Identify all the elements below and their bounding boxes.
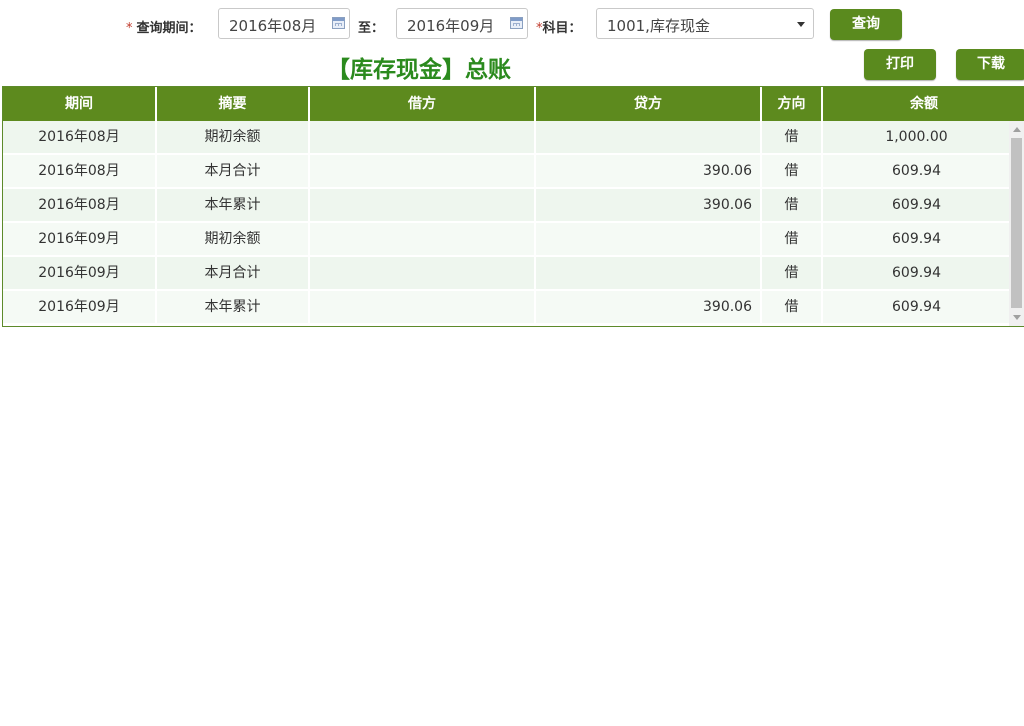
cell-period: 2016年08月: [3, 155, 157, 187]
period-from-value: 2016年08月: [229, 17, 317, 35]
subject-label: *科目：: [536, 21, 582, 36]
page-title: 【库存现金】总账: [327, 57, 511, 83]
cell-debit: [310, 223, 536, 255]
cell-summary: 本年累计: [157, 189, 310, 221]
cell-debit: [310, 291, 536, 323]
calendar-icon[interactable]: [332, 17, 345, 29]
cell-direction: 借: [762, 155, 823, 187]
cell-period: 2016年09月: [3, 291, 157, 323]
table-row[interactable]: 2016年08月 本月合计 390.06 借 609.94: [3, 155, 1010, 189]
cell-credit: 390.06: [536, 155, 762, 187]
cell-summary: 期初余额: [157, 223, 310, 255]
cell-credit: 390.06: [536, 291, 762, 323]
download-button[interactable]: 下载: [956, 49, 1024, 80]
to-label: 至：: [358, 21, 385, 36]
table-row[interactable]: 2016年08月 期初余额 借 1,000.00: [3, 121, 1010, 155]
table-row[interactable]: 2016年09月 本月合计 借 609.94: [3, 257, 1010, 291]
period-from-input[interactable]: 2016年08月: [218, 8, 350, 39]
scroll-down-icon[interactable]: [1013, 315, 1021, 320]
calendar-icon[interactable]: [510, 17, 523, 29]
table-header: 期间 摘要 借方 贷方 方向 余额: [3, 87, 1024, 121]
table-row[interactable]: 2016年09月 期初余额 借 609.94: [3, 223, 1010, 257]
required-mark: *: [126, 21, 133, 36]
header-summary[interactable]: 摘要: [157, 87, 310, 121]
query-button[interactable]: 查询: [830, 9, 902, 40]
table-row[interactable]: 2016年08月 本年累计 390.06 借 609.94: [3, 189, 1010, 223]
row-divider: [3, 323, 1010, 325]
chevron-down-icon[interactable]: [797, 22, 805, 27]
cell-debit: [310, 121, 536, 153]
cell-direction: 借: [762, 223, 823, 255]
cell-debit: [310, 155, 536, 187]
cell-summary: 本月合计: [157, 155, 310, 187]
cell-direction: 借: [762, 189, 823, 221]
ledger-table: 期间 摘要 借方 贷方 方向 余额 2016年08月 期初余额借 1,000.00 2…: [2, 86, 1024, 327]
table-row[interactable]: 2016年09月 本年累计 390.06 借 609.94: [3, 291, 1010, 325]
cell-period: 2016年09月: [3, 223, 157, 255]
header-period[interactable]: 期间: [3, 87, 157, 121]
cell-debit: [310, 257, 536, 289]
header-debit[interactable]: 借方: [310, 87, 536, 121]
cell-period: 2016年09月: [3, 257, 157, 289]
period-label: * 查询期间：: [126, 21, 202, 36]
scroll-up-icon[interactable]: [1013, 127, 1021, 132]
header-balance[interactable]: 余额: [823, 87, 1024, 121]
cell-summary: 本月合计: [157, 257, 310, 289]
cell-summary: 期初余额: [157, 121, 310, 153]
table-body: 2016年08月 期初余额借 1,000.00 2016年08月 本月合计 390.06 借…: [3, 121, 1010, 325]
cell-direction: 借: [762, 291, 823, 323]
cell-balance: 609.94: [892, 265, 941, 281]
period-to-input[interactable]: 2016年09月: [396, 8, 528, 39]
period-to-value: 2016年09月: [407, 17, 495, 35]
cell-period: 2016年08月: [3, 189, 157, 221]
vertical-scrollbar[interactable]: [1009, 121, 1024, 326]
cell-direction: 借: [762, 257, 823, 289]
cell-period: 2016年08月: [3, 121, 157, 153]
cell-balance: 609.94: [892, 299, 941, 315]
subject-value: 1001,库存现金: [607, 17, 710, 35]
cell-direction: 借: [762, 121, 823, 153]
cell-balance: 609.94: [892, 197, 941, 213]
cell-credit: [536, 121, 762, 153]
cell-credit: [536, 223, 762, 255]
cell-summary: 本年累计: [157, 291, 310, 323]
subject-select[interactable]: 1001,库存现金: [596, 8, 814, 39]
header-direction[interactable]: 方向: [762, 87, 823, 121]
print-button[interactable]: 打印: [864, 49, 936, 80]
header-credit[interactable]: 贷方: [536, 87, 762, 121]
filter-bar: * 查询期间： 2016年08月 至： 2016年09月 *科目： 1001,库存…: [0, 8, 1024, 40]
scrollbar-thumb[interactable]: [1011, 138, 1022, 308]
cell-balance: 609.94: [892, 231, 941, 247]
cell-credit: [536, 257, 762, 289]
cell-credit: 390.06: [536, 189, 762, 221]
cell-balance: 609.94: [892, 163, 941, 179]
cell-debit: [310, 189, 536, 221]
cell-balance: 1,000.00: [885, 129, 948, 145]
